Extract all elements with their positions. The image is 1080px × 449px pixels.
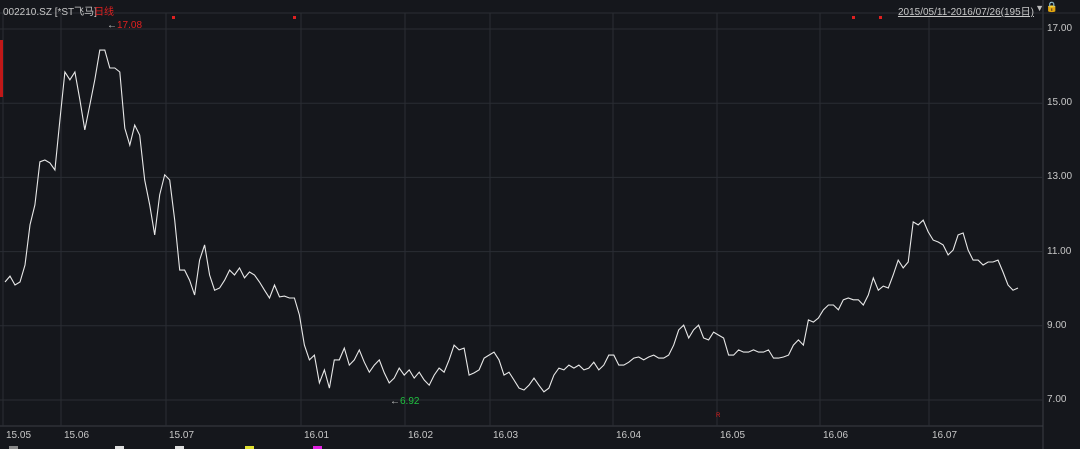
triangle-down-icon[interactable]: ▼ [1035, 3, 1044, 13]
x-tick-label: 16.05 [720, 430, 746, 441]
y-tick-label: 15.00 [1047, 97, 1073, 109]
x-tick-label: 16.04 [616, 430, 642, 441]
max-price-label: 17.08 [117, 20, 143, 31]
event-marker-dot[interactable] [879, 16, 882, 19]
y-tick-label: 7.00 [1047, 394, 1067, 405]
period-label[interactable]: 日线 [94, 3, 114, 18]
y-tick-label: 13.00 [1047, 171, 1073, 183]
event-marker-dot[interactable] [852, 16, 855, 19]
x-tick-label: 15.06 [64, 430, 90, 441]
x-tick-label: 16.02 [408, 430, 434, 441]
x-tick-label: 15.05 [6, 430, 32, 441]
price-chart[interactable] [0, 0, 1080, 449]
x-tick-label: 15.07 [169, 430, 195, 441]
event-marker-dot[interactable] [172, 16, 175, 19]
price-line-close [4, 49, 1019, 393]
y-tick-label: 9.00 [1047, 319, 1067, 331]
x-tick-label: 16.01 [304, 430, 330, 441]
date-range-link[interactable]: 2015/05/11-2016/07/26(195日) [898, 3, 1034, 18]
min-price-label: 6.92 [400, 396, 420, 407]
max-price-annotation: ←17.08 [107, 20, 143, 31]
y-tick-label: 17.00 [1047, 23, 1073, 34]
x-tick-label: 16.06 [823, 430, 849, 441]
event-marker-dot[interactable] [293, 16, 296, 19]
stock-symbol: 002210.SZ [*ST飞马] [3, 7, 97, 18]
lock-icon[interactable]: 🔒 [1046, 2, 1058, 13]
left-indicator-bar [0, 40, 3, 97]
y-tick-label: 11.00 [1047, 245, 1072, 257]
x-tick-label: 16.07 [932, 430, 958, 441]
event-marker[interactable]: R [716, 413, 720, 419]
min-price-annotation: ←6.92 [390, 396, 420, 407]
x-tick-label: 16.03 [493, 430, 519, 441]
